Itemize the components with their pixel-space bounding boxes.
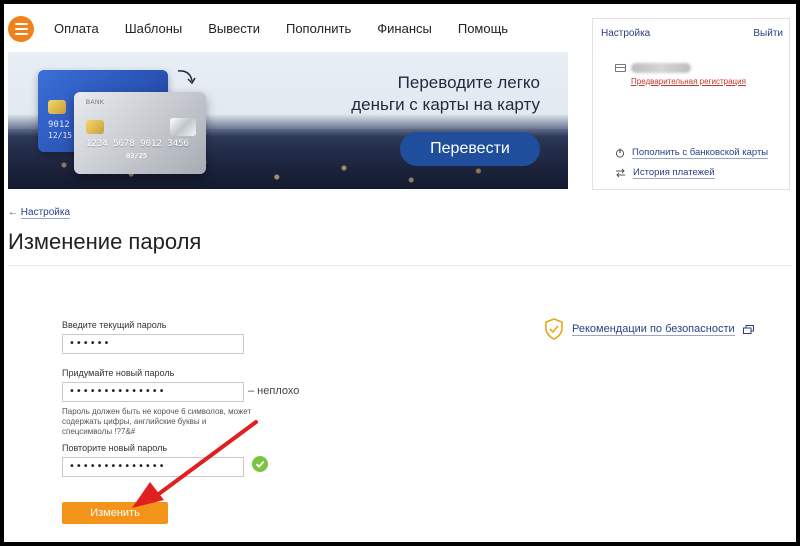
external-window-icon <box>742 324 754 334</box>
topup-card-label: Пополнить с банковской карты <box>632 147 769 159</box>
new-password-label: Придумайте новый пароль <box>62 368 175 378</box>
security-recommendations-label: Рекомендации по безопасности <box>572 322 735 336</box>
nav-item-withdraw[interactable]: Вывести <box>208 21 260 36</box>
card-bank-name: BANK <box>86 100 105 106</box>
check-icon <box>252 456 268 472</box>
repeat-password-label: Повторите новый пароль <box>62 443 168 453</box>
chip-icon <box>86 120 104 134</box>
password-strength: – неплохо <box>248 385 300 397</box>
registration-status-link[interactable]: Предварительная регистрация <box>631 77 746 86</box>
grey-card-image: BANK 1234 5678 9012 3456 03/25 <box>74 92 206 174</box>
card-number: 1234 5678 9012 3456 <box>86 139 189 149</box>
current-password-input[interactable]: •••••• <box>62 334 244 354</box>
breadcrumb[interactable]: ← Настройка <box>8 207 71 219</box>
transfer-button[interactable]: Перевести <box>400 132 540 166</box>
settings-link[interactable]: Настройка <box>601 28 650 39</box>
security-recommendations-link[interactable]: Рекомендации по безопасности <box>544 318 754 340</box>
chip-icon <box>48 100 66 114</box>
main-nav: Оплата Шаблоны Вывести Пополнить Финансы… <box>54 21 534 36</box>
nav-item-topup[interactable]: Пополнить <box>286 21 351 36</box>
menu-logo-icon[interactable] <box>8 16 34 42</box>
banner-title-line1: Переводите легко <box>397 73 540 92</box>
banner-title-line2: деньги с карты на карту <box>351 95 540 114</box>
hologram-icon <box>170 118 196 136</box>
wallet-icon <box>615 64 626 72</box>
card-expiry: 03/25 <box>126 152 148 160</box>
nav-item-templates[interactable]: Шаблоны <box>125 21 183 36</box>
curved-arrow-icon <box>177 70 196 85</box>
promo-banner[interactable]: 9012 12/15 BANK 1234 5678 9012 3456 03/2… <box>8 52 568 189</box>
change-password-button[interactable]: Изменить <box>62 502 168 524</box>
nav-item-help[interactable]: Помощь <box>458 21 508 36</box>
nav-item-finance[interactable]: Финансы <box>377 21 432 36</box>
current-password-label: Введите текущий пароль <box>62 320 167 330</box>
redacted-account-number <box>631 63 691 73</box>
account-panel: Настройка Выйти Предварительная регистра… <box>592 18 790 190</box>
breadcrumb-label: Настройка <box>20 207 71 219</box>
page-title: Изменение пароля <box>8 229 202 254</box>
logout-link[interactable]: Выйти <box>753 28 783 39</box>
power-icon <box>615 148 625 158</box>
page: Оплата Шаблоны Вывести Пополнить Финансы… <box>4 4 796 542</box>
divider <box>8 265 792 266</box>
card-number: 9012 <box>48 120 70 130</box>
payment-history-label: История платежей <box>633 167 715 179</box>
repeat-password-input[interactable]: •••••••••••••• <box>62 457 244 477</box>
payment-history-link[interactable]: История платежей <box>615 167 715 179</box>
shield-icon <box>545 318 563 340</box>
nav-item-payment[interactable]: Оплата <box>54 21 99 36</box>
back-arrow-icon: ← <box>8 207 18 218</box>
card-date: 12/15 <box>48 131 73 140</box>
swap-arrows-icon <box>616 168 625 178</box>
new-password-input[interactable]: •••••••••••••• <box>62 382 244 402</box>
password-hint: Пароль должен быть не короче 6 символов,… <box>62 407 252 436</box>
banner-title: Переводите легко деньги с карты на карту <box>351 72 540 116</box>
topup-card-link[interactable]: Пополнить с банковской карты <box>615 147 769 159</box>
